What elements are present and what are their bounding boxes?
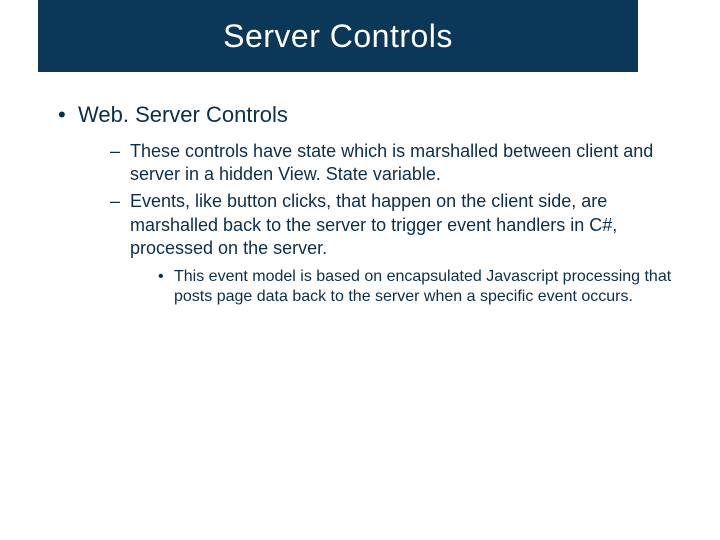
bullet-list-level3: This event model is based on encapsulate…	[130, 267, 686, 309]
bullet-list-level2: These controls have state which is marsh…	[78, 140, 686, 309]
slide: Server Controls Web. Server Controls The…	[0, 0, 720, 540]
list-item: Web. Server Controls These controls have…	[58, 100, 686, 308]
bullet-list-level1: Web. Server Controls These controls have…	[34, 100, 686, 308]
bullet-text: Events, like button clicks, that happen …	[130, 191, 617, 258]
slide-title: Server Controls	[223, 18, 453, 55]
title-bar: Server Controls	[38, 0, 638, 72]
list-item: This event model is based on encapsulate…	[158, 267, 686, 309]
slide-content: Web. Server Controls These controls have…	[0, 72, 720, 308]
bullet-text: These controls have state which is marsh…	[130, 141, 653, 184]
bullet-text: This event model is based on encapsulate…	[174, 268, 671, 306]
list-item: These controls have state which is marsh…	[110, 140, 686, 187]
bullet-text: Web. Server Controls	[78, 102, 288, 127]
list-item: Events, like button clicks, that happen …	[110, 190, 686, 308]
